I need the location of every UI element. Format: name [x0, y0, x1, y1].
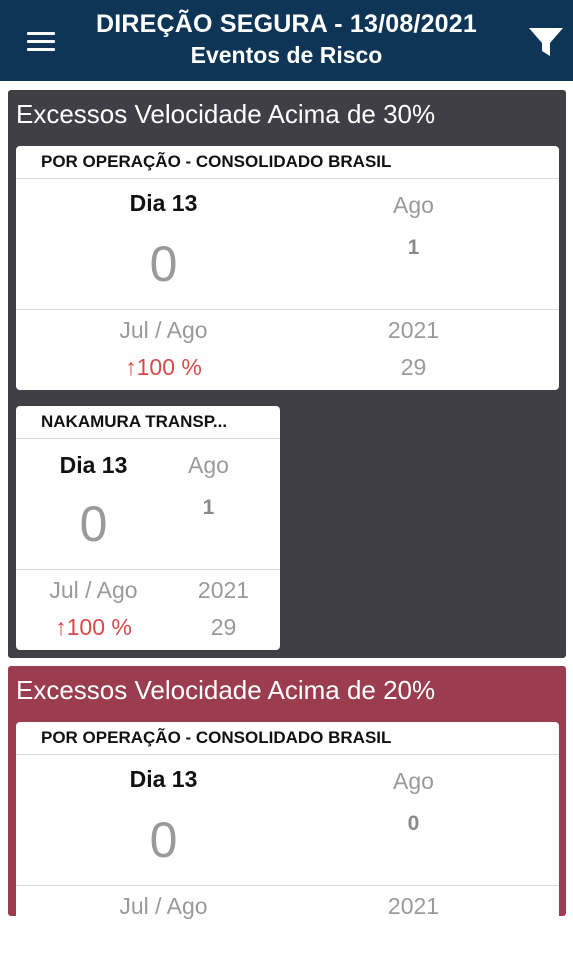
page-title: DIREÇÃO SEGURA - 13/08/2021	[96, 10, 477, 38]
year-label: 2021	[387, 317, 440, 343]
year-value: 29	[210, 614, 237, 640]
month-value: 0	[407, 812, 420, 835]
day-value: 0	[149, 812, 178, 868]
month-label: Ago	[188, 452, 229, 478]
period-label: Jul / Ago	[119, 893, 208, 919]
page-subtitle: Eventos de Risco	[190, 42, 383, 68]
stats-card-consolidated[interactable]: POR OPERAÇÃO - CONSOLIDADO BRASIL Dia 13…	[16, 146, 559, 390]
day-label: Dia 13	[129, 766, 198, 792]
card-heading: NAKAMURA TRANSP...	[16, 406, 280, 439]
card-divider	[16, 885, 559, 886]
period-change: ↑100 %	[125, 354, 202, 380]
year-label: 2021	[197, 577, 250, 603]
filter-icon[interactable]	[528, 26, 564, 58]
app-bar: DIREÇÃO SEGURA - 13/08/2021 Eventos de R…	[0, 0, 573, 81]
section-speed-20: Excessos Velocidade Acima de 20% POR OPE…	[8, 666, 566, 966]
period-change: ↑100 %	[55, 614, 132, 640]
card-divider	[16, 309, 559, 310]
month-label: Ago	[393, 768, 434, 794]
stats-card-consolidated[interactable]: POR OPERAÇÃO - CONSOLIDADO BRASIL Dia 13…	[16, 722, 559, 966]
day-value: 0	[149, 236, 178, 292]
app-bar-titles: DIREÇÃO SEGURA - 13/08/2021 Eventos de R…	[80, 8, 493, 70]
section-title: Excessos Velocidade Acima de 30%	[16, 99, 436, 129]
menu-icon[interactable]	[24, 24, 58, 58]
day-label: Dia 13	[129, 190, 198, 216]
period-label: Jul / Ago	[119, 317, 208, 343]
section-speed-30: Excessos Velocidade Acima de 30% POR OPE…	[8, 90, 566, 658]
day-label: Dia 13	[59, 452, 128, 478]
month-value: 1	[407, 236, 420, 259]
day-value: 0	[79, 496, 108, 552]
card-heading: POR OPERAÇÃO - CONSOLIDADO BRASIL	[16, 146, 559, 179]
section-title: Excessos Velocidade Acima de 20%	[16, 675, 436, 705]
card-divider	[16, 569, 280, 570]
card-heading: POR OPERAÇÃO - CONSOLIDADO BRASIL	[16, 722, 559, 755]
year-value: 29	[400, 354, 427, 380]
year-label: 2021	[387, 893, 440, 919]
stats-card-company[interactable]: NAKAMURA TRANSP... Dia 13 0 Ago 1 Jul / …	[16, 406, 280, 650]
month-value: 1	[202, 496, 215, 519]
period-label: Jul / Ago	[49, 577, 138, 603]
month-label: Ago	[393, 192, 434, 218]
